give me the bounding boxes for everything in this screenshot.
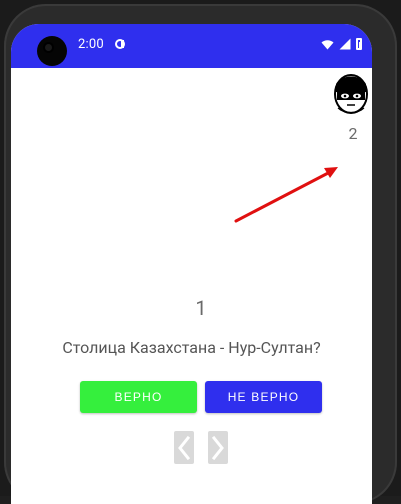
- question-number: 1: [195, 296, 207, 320]
- battery-icon: [356, 38, 362, 50]
- score-value: 2: [348, 124, 358, 143]
- status-time: 2:00: [78, 37, 104, 52]
- next-button[interactable]: [208, 431, 228, 464]
- camera-hole: [37, 36, 67, 66]
- wifi-icon: [321, 39, 334, 49]
- status-bar: 2:00: [11, 24, 372, 68]
- prev-button[interactable]: [174, 431, 194, 464]
- true-button[interactable]: ВЕРНО: [80, 381, 197, 413]
- app-screen: 2:00 2 1 Столица Казахстана - Нур-Султан…: [11, 24, 372, 504]
- chevron-left-icon: [178, 435, 191, 460]
- device-frame: 2:00 2 1 Столица Казахстана - Нур-Султан…: [0, 0, 401, 504]
- false-button[interactable]: НЕ ВЕРНО: [205, 381, 322, 413]
- chevron-right-icon: [211, 435, 224, 460]
- bandit-avatar-icon[interactable]: [332, 72, 370, 116]
- status-icons: [321, 38, 362, 50]
- signal-icon: [339, 38, 351, 50]
- question-text: Столица Казахстана - Нур-Султан?: [62, 338, 321, 357]
- status-app-icon: [115, 39, 125, 49]
- annotation-arrow: [234, 167, 338, 223]
